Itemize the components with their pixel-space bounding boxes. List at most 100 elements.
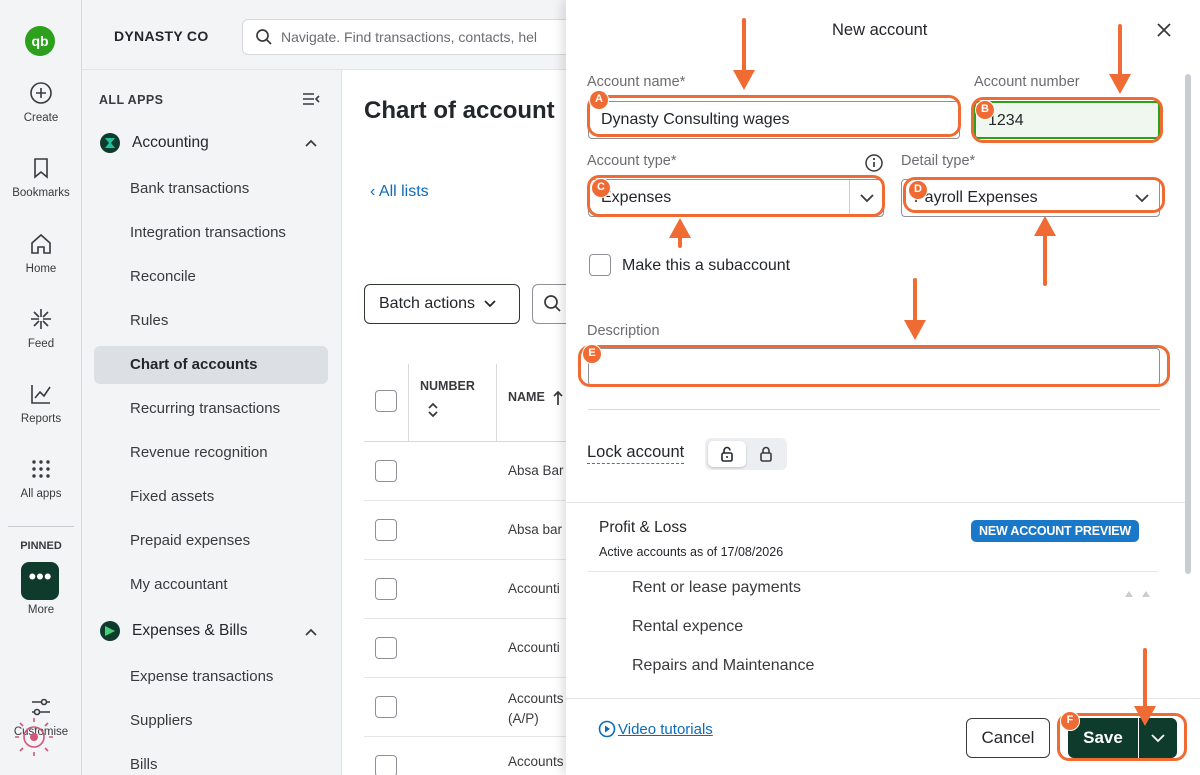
all-apps-heading: ALL APPS (99, 93, 164, 107)
table-row[interactable]: Accounti (364, 560, 572, 619)
unlock-icon (721, 446, 733, 462)
quickbooks-logo[interactable]: qb (25, 26, 55, 56)
all-lists-link[interactable]: ‹ All lists (370, 183, 429, 201)
grid-icon (32, 460, 50, 478)
search-input[interactable]: Navigate. Find transactions, contacts, h… (242, 19, 582, 55)
menu-item-bank-transactions[interactable]: Bank transactions (94, 170, 328, 208)
company-name[interactable]: DYNASTY CO (114, 28, 209, 44)
select-all-checkbox[interactable] (375, 390, 397, 412)
video-tutorials-label: Video tutorials (618, 720, 713, 738)
rail-reports-label: Reports (20, 413, 62, 425)
column-header-number[interactable]: NUMBER (420, 379, 475, 393)
scrollbar-thumb[interactable] (1185, 74, 1191, 574)
menu-item-chart-of-accounts[interactable]: Chart of accounts (94, 346, 328, 384)
annotation-badge-b: B (975, 100, 995, 120)
accounting-label: Accounting (132, 134, 209, 151)
annotation-badge-a: A (589, 90, 609, 110)
account-preview: Profit & Loss Active accounts as of 17/0… (566, 502, 1186, 698)
row-name[interactable]: Absa bar (508, 522, 562, 537)
account-number-label: Account number (974, 74, 1080, 90)
rail-feed[interactable]: Feed (0, 306, 82, 350)
top-bar: DYNASTY CO Navigate. Find transactions, … (82, 0, 582, 70)
account-type-label: Account type* (587, 153, 677, 169)
expenses-section[interactable]: Expenses & Bills (100, 621, 247, 641)
rail-home-label: Home (25, 263, 57, 275)
home-icon (31, 233, 51, 254)
rail-all-apps[interactable]: All apps (0, 456, 82, 500)
lock-icon (760, 446, 772, 462)
menu-item-my-accountant[interactable]: My accountant (94, 566, 328, 604)
expenses-label: Expenses & Bills (132, 622, 248, 639)
info-icon[interactable] (864, 153, 884, 173)
table-row[interactable]: Accounts (364, 737, 572, 775)
table-row[interactable]: Absa bar (364, 501, 572, 560)
accounting-section[interactable]: Accounting (100, 133, 209, 153)
row-checkbox[interactable] (375, 460, 397, 482)
column-header-name[interactable]: NAME (508, 390, 545, 404)
rail-create[interactable]: Create (0, 80, 82, 124)
lock-option[interactable] (748, 441, 784, 467)
row-name[interactable]: Accounts (508, 691, 564, 706)
main-content: Chart of account ‹ All lists Batch actio… (342, 70, 572, 775)
row-checkbox[interactable] (375, 696, 397, 718)
preview-item: Repairs and Maintenance (632, 657, 815, 674)
chevron-up-icon[interactable] (304, 137, 318, 151)
row-checkbox[interactable] (375, 637, 397, 659)
page-title: Chart of account (364, 97, 555, 124)
preview-heading: Profit & Loss (599, 519, 687, 536)
menu-item-integration-transactions[interactable]: Integration transactions (94, 214, 328, 252)
row-name[interactable]: Absa Bar (508, 463, 564, 478)
all-lists-label: All lists (378, 183, 429, 200)
row-name[interactable]: Accounts (508, 754, 564, 769)
column-divider (496, 364, 497, 442)
left-rail: qb Create Bookmarks Home Feed Reports Al… (0, 0, 82, 775)
menu-item-recurring-transactions[interactable]: Recurring transactions (94, 390, 328, 428)
chevron-up-icon[interactable] (304, 626, 318, 640)
panel-scrollbar[interactable] (1184, 60, 1192, 694)
rail-bookmarks[interactable]: Bookmarks (0, 155, 82, 199)
menu-item-fixed-assets[interactable]: Fixed assets (94, 478, 328, 516)
batch-actions-button[interactable]: Batch actions (364, 284, 520, 324)
menu-item-revenue-recognition[interactable]: Revenue recognition (94, 434, 328, 472)
table-row[interactable]: Accounts (A/P) (364, 678, 572, 737)
rail-divider (8, 526, 74, 527)
column-divider (408, 364, 409, 442)
more-label: More (27, 604, 55, 616)
annotation-box-c (587, 175, 885, 217)
row-checkbox[interactable] (375, 519, 397, 541)
menu-item-reconcile[interactable]: Reconcile (94, 258, 328, 296)
row-name[interactable]: Accounti (508, 640, 560, 655)
annotation-box-d (903, 177, 1165, 213)
sort-ascending-icon[interactable] (552, 390, 564, 406)
preview-item: Rent or lease payments (632, 579, 801, 596)
preview-as-of: Active accounts as of 17/08/2026 (599, 545, 784, 559)
sort-icon[interactable] (427, 402, 439, 418)
row-name[interactable]: Accounti (508, 581, 560, 596)
divider (588, 571, 1158, 572)
more-button[interactable]: ••• (21, 562, 59, 600)
table-row[interactable]: Accounti (364, 619, 572, 678)
subaccount-checkbox[interactable] (589, 254, 611, 276)
play-circle-icon (598, 720, 616, 738)
menu-item-prepaid-expenses[interactable]: Prepaid expenses (94, 522, 328, 560)
rail-home[interactable]: Home (0, 231, 82, 275)
close-icon[interactable] (1154, 20, 1174, 40)
description-label: Description (587, 323, 660, 339)
collapse-menu-icon[interactable] (302, 92, 320, 106)
chevron-left-icon: ‹ (370, 183, 379, 200)
side-menu: ALL APPS Accounting Bank transactions In… (82, 70, 342, 775)
row-checkbox[interactable] (375, 755, 397, 775)
search-placeholder: Navigate. Find transactions, contacts, h… (281, 29, 538, 45)
feed-icon (31, 309, 51, 329)
video-tutorials-link[interactable]: Video tutorials (598, 720, 713, 738)
cancel-button[interactable]: Cancel (966, 718, 1050, 758)
menu-item-expense-transactions[interactable]: Expense transactions (94, 658, 328, 696)
subaccount-label: Make this a subaccount (622, 257, 791, 274)
menu-item-rules[interactable]: Rules (94, 302, 328, 340)
rail-reports[interactable]: Reports (0, 381, 82, 425)
table-row[interactable]: Absa Bar (364, 442, 572, 501)
lock-account-toggle[interactable] (705, 438, 787, 470)
lock-account-label: Lock account (587, 443, 685, 464)
row-checkbox[interactable] (375, 578, 397, 600)
unlock-option[interactable] (708, 441, 746, 467)
